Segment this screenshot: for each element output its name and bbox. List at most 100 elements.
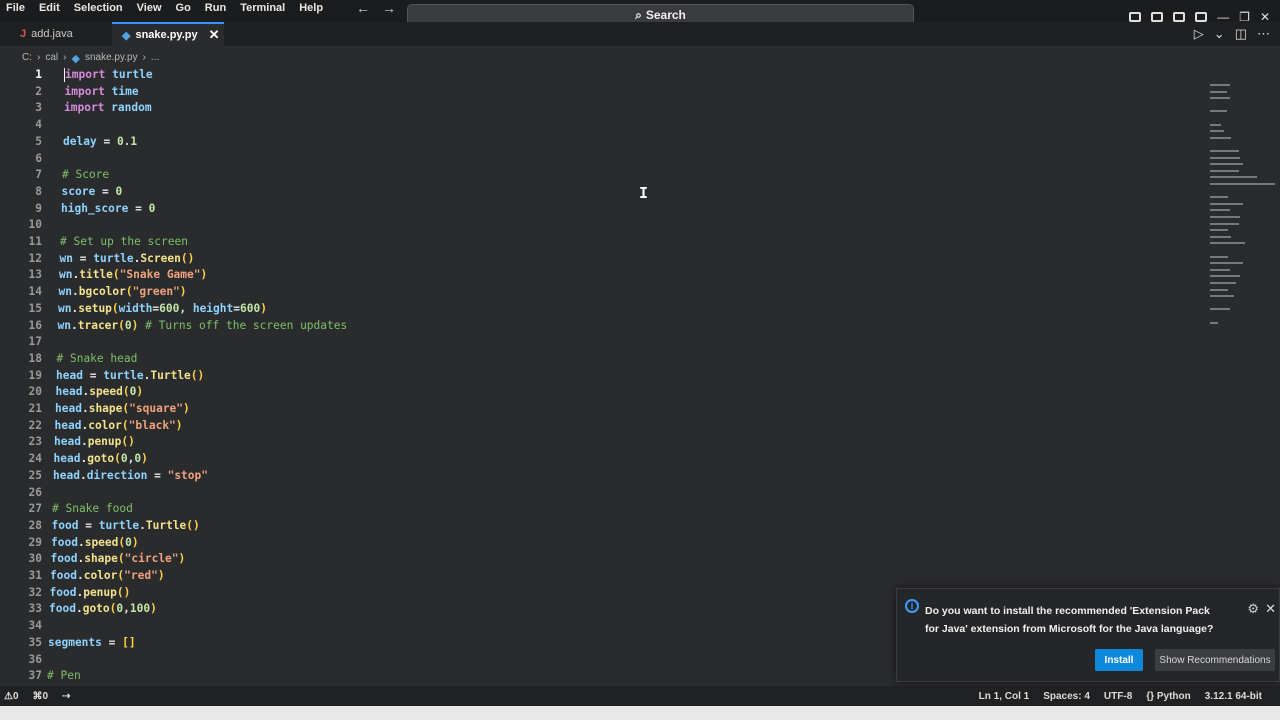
code-line[interactable]: wn.setup(width=600, height=600) — [58, 300, 267, 317]
code-line[interactable]: head = turtle.Turtle() — [56, 367, 204, 384]
warning-icon: ⚠ — [4, 690, 13, 702]
code-line[interactable]: score = 0 — [62, 183, 123, 200]
ports-indicator[interactable]: ⌘0 — [33, 691, 49, 702]
toggle-secondary-sidebar-icon[interactable] — [1173, 12, 1186, 22]
language-mode[interactable]: {} Python — [1146, 691, 1190, 702]
line-number: 2 — [35, 84, 42, 98]
line-number: 20 — [28, 385, 42, 399]
code-line[interactable]: food.goto(0,100) — [49, 600, 157, 617]
line-number: 12 — [28, 251, 42, 265]
code-line[interactable]: head.speed(0) — [56, 383, 144, 400]
code-line[interactable]: food.color("red") — [50, 567, 165, 584]
menu-edit[interactable]: Edit — [39, 2, 60, 14]
problems-indicator[interactable]: ⚠0 — [4, 691, 19, 702]
menu-help[interactable]: Help — [299, 2, 323, 14]
code-line[interactable]: wn.title("Snake Game") — [59, 266, 207, 283]
code-line[interactable]: head.goto(0,0) — [54, 450, 148, 467]
line-number: 11 — [28, 235, 42, 248]
taskbar-edge — [0, 706, 1280, 720]
code-line[interactable]: food.penup() — [50, 584, 131, 601]
code-line[interactable]: # Set up the screen — [60, 233, 188, 250]
code-line[interactable]: # Score — [62, 166, 109, 183]
python-interpreter[interactable]: 3.12.1 64-bit — [1205, 691, 1262, 702]
code-line[interactable]: import random — [64, 99, 152, 116]
menu-run[interactable]: Run — [205, 2, 226, 14]
code-line[interactable]: delay = 0.1 — [63, 133, 137, 150]
code-line[interactable]: import time — [65, 83, 139, 100]
minimap-line — [1210, 282, 1236, 284]
code-line[interactable]: food.shape("circle") — [51, 550, 186, 567]
minimap-line — [1210, 150, 1239, 152]
code-line[interactable]: food = turtle.Turtle() — [52, 517, 200, 534]
line-number: 10 — [28, 218, 42, 232]
line-number: 24 — [28, 452, 42, 466]
toggle-panel-icon[interactable] — [1151, 12, 1164, 22]
indentation[interactable]: Spaces: 4 — [1043, 691, 1090, 702]
code-line[interactable]: wn.bgcolor("green") — [59, 283, 187, 300]
code-line[interactable]: head.direction = "stop" — [53, 467, 208, 484]
code-line[interactable]: head.color("black") — [55, 417, 183, 434]
breadcrumb-folder[interactable]: cal — [45, 52, 58, 65]
forward-arrow-icon[interactable]: → — [382, 0, 396, 16]
java-file-icon: J — [20, 28, 27, 40]
gear-icon[interactable]: ⚙ — [1247, 601, 1259, 617]
line-number: 36 — [28, 652, 42, 666]
line-number: 27 — [28, 502, 42, 516]
toggle-sidebar-icon[interactable] — [1129, 12, 1142, 22]
code-line[interactable]: head.shape("square") — [55, 400, 190, 417]
minimap-line — [1210, 235, 1231, 238]
chevron-down-icon[interactable]: ⌄ — [1214, 26, 1225, 42]
code-line[interactable]: wn = turtle.Screen() — [60, 250, 195, 267]
line-number: 6 — [35, 151, 42, 165]
code-line[interactable]: food.speed(0) — [51, 534, 139, 551]
menu-view[interactable]: View — [137, 2, 162, 14]
breadcrumb-file[interactable]: snake.py.py — [85, 52, 138, 65]
code-line[interactable]: wn.tracer(0) # Turns off the screen upda… — [58, 317, 348, 334]
line-number: 7 — [35, 168, 42, 182]
chevron-right-icon: › — [142, 52, 146, 63]
close-icon[interactable]: ✕ — [209, 27, 220, 43]
menu-terminal[interactable]: Terminal — [240, 2, 285, 14]
notification-message: Do you want to install the recommended '… — [925, 605, 1214, 635]
tab-add-java[interactable]: J add.java — [10, 22, 110, 46]
chevron-right-icon: › — [37, 52, 41, 63]
cursor-position[interactable]: Ln 1, Col 1 — [979, 691, 1030, 702]
minimap-line — [1210, 308, 1230, 311]
python-file-icon: ◆ — [122, 29, 131, 42]
split-editor-icon[interactable]: ◫ — [1235, 26, 1247, 42]
customize-layout-icon[interactable] — [1195, 12, 1208, 22]
install-button[interactable]: Install — [1095, 649, 1143, 671]
code-line[interactable]: # Snake head — [57, 350, 138, 367]
tab-snake-py[interactable]: ◆ snake.py.py ✕ — [112, 22, 224, 46]
live-share-icon[interactable]: ⇢ — [62, 691, 70, 702]
minimap[interactable] — [1208, 84, 1280, 334]
run-icon[interactable]: ▷ — [1194, 26, 1204, 42]
code-line[interactable]: high_score = 0 — [61, 200, 155, 217]
close-icon[interactable]: ✕ — [1265, 601, 1276, 617]
code-line[interactable]: # Snake food — [52, 500, 133, 517]
encoding[interactable]: UTF-8 — [1104, 691, 1132, 702]
code-line[interactable]: segments = [] — [48, 634, 136, 651]
breadcrumb-symbol[interactable]: ... — [151, 52, 159, 65]
code-line[interactable]: # Pen — [47, 667, 81, 684]
minimap-line — [1210, 123, 1221, 126]
mouse-ibeam-cursor-icon: I — [639, 184, 649, 202]
breadcrumb-drive[interactable]: C: — [22, 52, 32, 65]
code-line[interactable]: import turtle — [65, 66, 153, 83]
search-label: Search — [645, 8, 686, 22]
code-line[interactable]: head.penup() — [54, 433, 135, 450]
menu-go[interactable]: Go — [176, 2, 191, 14]
line-number: 16 — [28, 318, 42, 332]
line-number: 15 — [28, 301, 42, 315]
menu-selection[interactable]: Selection — [74, 2, 123, 14]
menu-file[interactable]: File — [6, 2, 25, 14]
minimap-line — [1210, 176, 1257, 179]
back-arrow-icon[interactable]: ← — [356, 0, 370, 16]
line-number: 9 — [35, 201, 42, 215]
minimap-line — [1210, 202, 1243, 205]
show-recommendations-button[interactable]: Show Recommendations — [1155, 649, 1275, 671]
minimap-line — [1210, 163, 1243, 166]
more-actions-icon[interactable]: ⋯ — [1257, 26, 1270, 42]
line-number: 22 — [28, 418, 42, 432]
line-number: 17 — [28, 335, 42, 349]
